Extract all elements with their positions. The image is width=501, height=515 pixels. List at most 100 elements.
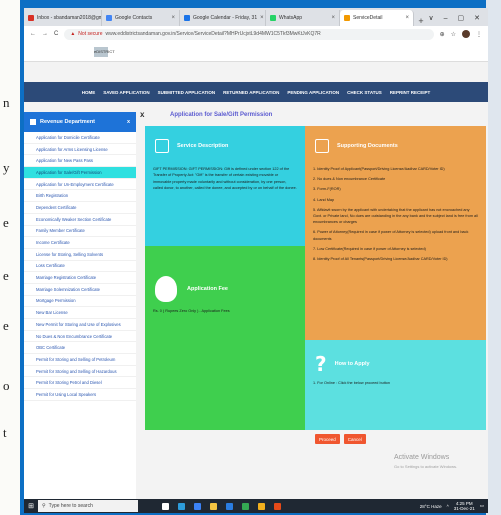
documents-icon	[315, 139, 329, 153]
taskbar-apps	[162, 502, 281, 510]
service-description-title: Service Description	[177, 143, 229, 149]
sidebar-item[interactable]: Permit for Using Local Speakers	[24, 389, 136, 401]
sidebar-item[interactable]: Marriage Registration Certificate	[24, 272, 136, 284]
zoom-icon[interactable]: ⊕	[440, 31, 445, 38]
activate-windows-title: Activate Windows	[394, 454, 450, 461]
notification-icon[interactable]: ▭	[480, 503, 484, 509]
browser-tab[interactable]: Google Calendar - Friday, 31 ×	[180, 10, 266, 26]
document-icon	[155, 139, 169, 153]
chrome-icon[interactable]	[242, 502, 249, 510]
app-icon[interactable]	[274, 502, 281, 510]
sidebar-item[interactable]: Application for New Pass Pass	[24, 155, 136, 168]
url-text: www.eddistrictsandaman.gov.in/Service/Se…	[105, 31, 321, 37]
sidebar-item[interactable]: Permit for Storing and Selling of Hazard…	[24, 366, 136, 378]
reload-icon[interactable]: C	[54, 31, 58, 37]
weather-text[interactable]: 28°C Haze	[420, 504, 442, 509]
main-nav: HOME SAVED APPLICATION SUBMITTED APPLICATI…	[24, 82, 488, 102]
document-requirement: 3. Form-F(ROR)	[313, 187, 341, 192]
avatar[interactable]	[462, 30, 470, 38]
window-close-icon[interactable]: ✕	[474, 14, 480, 22]
tab-close-icon[interactable]: ×	[171, 15, 175, 21]
sidebar: Revenue Department x Application for Dom…	[24, 112, 136, 499]
proceed-button[interactable]: Proceed	[315, 434, 340, 444]
nav-link[interactable]: REPRINT RECEIPT	[390, 90, 431, 95]
application-fee-title: Application Fee	[187, 286, 228, 292]
nav-link[interactable]: SAVED APPLICATION	[103, 90, 149, 95]
nav-link[interactable]: RETURNED APPLICATION	[223, 90, 279, 95]
sidebar-item[interactable]: Income Certificate	[24, 237, 136, 249]
close-icon[interactable]: x	[140, 110, 144, 119]
new-tab-button[interactable]: +	[414, 16, 428, 26]
tab-label: Inbox - sbandaman2018@gm	[37, 15, 102, 21]
tab-close-icon[interactable]: ×	[405, 15, 409, 21]
mail-icon[interactable]	[226, 502, 233, 510]
browser-tab[interactable]: Inbox - sbandaman2018@gm×	[24, 10, 102, 26]
tab-search-icon[interactable]: ∨	[428, 14, 433, 22]
nav-link[interactable]: SUBMITTED APPLICATION	[158, 90, 216, 95]
sidebar-item[interactable]: Permit for Storing Petrol and Diesel	[24, 377, 136, 390]
sidebar-item[interactable]: Application for Domicile Certificate	[24, 132, 136, 144]
taskbar-search-input[interactable]: ⚲ Type here to search	[38, 500, 138, 512]
slide-edge	[486, 0, 501, 515]
sidebar-item[interactable]: License for Storing, Selling Solvents	[24, 249, 136, 261]
photo: nyeeeot Inbox - sbandaman2018@gm×Google …	[0, 0, 501, 515]
sidebar-item[interactable]: Mortgage Permission	[24, 296, 136, 308]
tab-label: WhatsApp	[279, 15, 303, 21]
tray-up-icon[interactable]: ^	[447, 504, 449, 509]
supporting-documents-title: Supporting Documents	[337, 143, 398, 149]
sidebar-item[interactable]: Loss Certificate	[24, 261, 136, 273]
store-icon[interactable]	[194, 502, 201, 510]
nav-link[interactable]: CHECK STATUS	[347, 90, 382, 95]
sidebar-item[interactable]: New Bar License	[24, 307, 136, 319]
browser-tab[interactable]: ServiceDetail ×	[340, 10, 414, 26]
clock[interactable]: 4:25 PM 31-Dec-21	[454, 501, 475, 511]
back-icon[interactable]: ←	[30, 31, 36, 37]
menu-icon[interactable]: ⋮	[476, 31, 482, 38]
service-description-panel: Service Description GIFT PERMISSION: GIF…	[145, 126, 305, 246]
maximize-icon[interactable]: ▢	[458, 14, 465, 22]
sidebar-item[interactable]: OBC Certificate	[24, 342, 136, 355]
nav-link[interactable]: PENDING APPLICATION	[287, 90, 339, 95]
sidebar-header[interactable]: Revenue Department x	[24, 112, 136, 132]
how-to-apply-panel: ? How to Apply 1. For Online : Click the…	[305, 340, 486, 430]
nav-link[interactable]: HOME	[82, 90, 96, 95]
sidebar-item[interactable]: No Dues & Non Encumbrance Certificate	[24, 331, 136, 343]
site-logo: eDISTRICT	[94, 46, 115, 57]
sidebar-item[interactable]: New Permit for Storing and Use of Explos…	[24, 319, 136, 331]
browser-tab[interactable]: WhatsApp ×	[266, 10, 340, 26]
windows-start-icon[interactable]: ⊞	[24, 499, 38, 513]
sidebar-item[interactable]: Family Member Certificate	[24, 226, 136, 238]
favicon-icon	[344, 15, 350, 21]
favicon-icon	[106, 15, 112, 21]
sidebar-item[interactable]: Application for Arms Licensing License	[24, 144, 136, 156]
paper-letter: y	[3, 160, 10, 175]
edge-icon[interactable]	[178, 502, 185, 510]
money-bag-icon	[155, 276, 177, 302]
bookmark-star-icon[interactable]: ☆	[451, 31, 456, 38]
document-requirement: 1. Identity Proof of Applicant(Passport/…	[313, 167, 445, 171]
sidebar-header-label: Revenue Department	[40, 119, 96, 125]
tab-close-icon[interactable]: ×	[331, 15, 335, 21]
folder-icon[interactable]	[210, 502, 217, 510]
sidebar-item[interactable]: Application for Sale/Gift Permission	[24, 167, 136, 179]
sidebar-item[interactable]: Dependent Certificate	[24, 202, 136, 214]
how-to-apply-text: 1. For Online : Click the below proceed …	[313, 381, 391, 385]
sidebar-item[interactable]: Birth Registration	[24, 190, 136, 203]
outlook-icon[interactable]	[258, 502, 265, 510]
browser-tab[interactable]: Google Contacts ×	[102, 10, 180, 26]
task-view-icon[interactable]	[162, 502, 169, 510]
sidebar-item[interactable]: Permit for Storing and Selling of Petrol…	[24, 354, 136, 366]
taskbar: ⊞ ⚲ Type here to search 28°C Haze ^ 4:25…	[24, 499, 488, 513]
minimize-icon[interactable]: –	[444, 15, 448, 22]
tab-close-icon[interactable]: ×	[260, 15, 264, 21]
sidebar-item[interactable]: Application for Un-Employment Certificat…	[24, 179, 136, 191]
url-field[interactable]: ▲ Not secure www.eddistrictsandaman.gov.…	[64, 28, 434, 40]
sidebar-item[interactable]: Marriage Solemnization Certificate	[24, 284, 136, 296]
application-fee-text: Rs. 0 ( Rupees Zero Only ) - Application…	[153, 309, 230, 313]
sidebar-item[interactable]: Economically Weaker Section Certificate	[24, 214, 136, 226]
paper-strip: n y e e e o t	[0, 0, 20, 515]
sidebar-toggle-icon[interactable]: x	[127, 119, 130, 125]
paper-letter: n	[3, 95, 10, 110]
cancel-button[interactable]: Cancel	[343, 434, 366, 444]
forward-icon[interactable]: →	[42, 31, 48, 37]
